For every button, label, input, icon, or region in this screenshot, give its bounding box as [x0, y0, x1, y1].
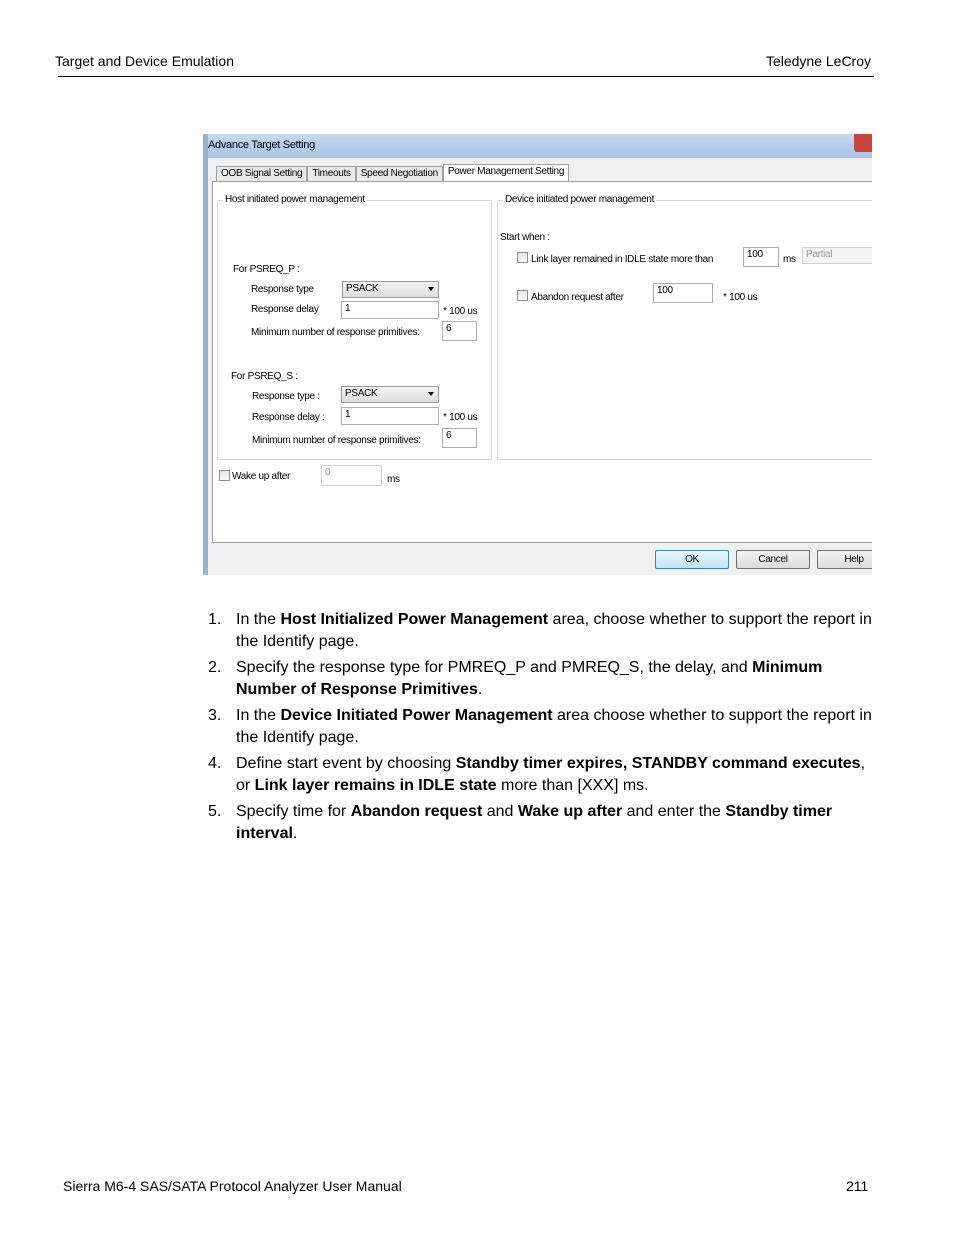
psreq-p-response-type-label: Response type [251, 284, 314, 295]
abandon-request-label: Abandon request after [531, 292, 624, 303]
step-text: Specify time for Abandon request and Wak… [236, 803, 832, 842]
step-text-segment: and [482, 803, 518, 820]
dialog-titlebar[interactable]: Advance Target Setting [203, 134, 872, 158]
step-item: 1. In the Host Initialized Power Managem… [208, 609, 873, 653]
psreq-p-response-delay-label: Response delay [251, 304, 319, 315]
step-number: 1. [208, 611, 222, 628]
close-button[interactable] [854, 134, 872, 152]
step-number: 3. [208, 707, 222, 724]
step-number: 2. [208, 659, 222, 676]
psreq-s-heading: For PSREQ_S : [231, 371, 298, 382]
help-button[interactable]: Help [817, 550, 872, 569]
wake-up-checkbox[interactable] [219, 470, 230, 481]
step-text-segment: In the [236, 707, 281, 724]
cancel-button[interactable]: Cancel [736, 550, 810, 569]
power-management-panel: Host initiated power management For PSRE… [212, 181, 872, 543]
abandon-request-checkbox[interactable] [517, 290, 528, 301]
step-text-segment: and enter the [622, 803, 726, 820]
wake-up-unit: ms [387, 474, 400, 485]
psreq-p-response-delay-input[interactable]: 1 [341, 301, 439, 319]
footer-page-number: 211 [846, 1178, 869, 1194]
abandon-request-input[interactable]: 100 [653, 283, 713, 303]
psreq-p-response-type-value: PSACK [346, 283, 379, 294]
ok-button[interactable]: OK [655, 550, 729, 569]
step-item: 5. Specify time for Abandon request and … [208, 801, 873, 845]
advance-target-setting-dialog: Advance Target Setting OOB Signal Settin… [203, 134, 872, 575]
chevron-down-icon [428, 392, 434, 396]
step-text-segment: Specify the response type for PMREQ_P an… [236, 659, 753, 676]
psreq-s-delay-unit: * 100 us [443, 412, 478, 423]
host-group-title: Host initiated power management [223, 194, 367, 205]
chevron-down-icon [428, 287, 434, 291]
link-idle-input[interactable]: 100 [743, 247, 779, 267]
step-text: Specify the response type for PMREQ_P an… [236, 659, 822, 698]
header-divider [58, 76, 874, 77]
psreq-p-heading: For PSREQ_P : [233, 264, 300, 275]
link-idle-unit: ms [783, 254, 796, 265]
step-text-bold: Link layer remains in IDLE state [254, 777, 497, 794]
psreq-s-response-type-value: PSACK [345, 388, 378, 399]
psreq-p-min-primitives-input[interactable]: 6 [442, 321, 477, 341]
instruction-steps: 1. In the Host Initialized Power Managem… [208, 609, 873, 849]
link-idle-mode-value: Partial [806, 249, 833, 260]
psreq-s-response-type-select[interactable]: PSACK [341, 386, 439, 403]
step-text: Define start event by choosing Standby t… [236, 755, 865, 794]
step-text-segment: Define start event by choosing [236, 755, 456, 772]
psreq-s-response-delay-label: Response delay : [252, 412, 325, 423]
device-power-management-group: Device initiated power management Start … [497, 194, 872, 460]
psreq-p-delay-unit: * 100 us [443, 306, 478, 317]
page-header-section-title: Target and Device Emulation [55, 53, 234, 69]
psreq-p-min-primitives-label: Minimum number of response primitives: [251, 327, 420, 338]
step-text-segment: more than [XXX] ms. [496, 777, 649, 794]
device-group-title: Device initiated power management [503, 194, 657, 205]
step-number: 5. [208, 803, 222, 820]
psreq-p-response-type-select[interactable]: PSACK [342, 281, 439, 298]
link-idle-mode-select[interactable]: Partial [802, 247, 872, 264]
step-text: In the Host Initialized Power Management… [236, 611, 872, 650]
footer-manual-title: Sierra M6-4 SAS/SATA Protocol Analyzer U… [63, 1178, 402, 1194]
tab-strip: OOB Signal Setting Timeouts Speed Negoti… [216, 164, 570, 184]
page-header-company: Teledyne LeCroy [765, 53, 871, 69]
step-item: 3. In the Device Initiated Power Managem… [208, 705, 873, 749]
dialog-title: Advance Target Setting [208, 139, 315, 151]
start-when-label: Start when : [500, 232, 550, 243]
psreq-s-min-primitives-label: Minimum number of response primitives: [252, 435, 421, 446]
link-idle-checkbox[interactable] [517, 252, 528, 263]
step-item: 4. Define start event by choosing Standb… [208, 753, 873, 797]
step-item: 2. Specify the response type for PMREQ_P… [208, 657, 873, 701]
wake-up-input[interactable]: 0 [321, 465, 382, 486]
step-text-segment: . [292, 825, 298, 842]
link-idle-label: Link layer remained in IDLE state more t… [531, 254, 714, 265]
psreq-s-response-delay-input[interactable]: 1 [341, 407, 439, 425]
step-text-bold: Standby timer expires, STANDBY command e… [455, 755, 861, 772]
psreq-s-response-type-label: Response type : [252, 391, 320, 402]
step-number: 4. [208, 755, 222, 772]
step-text-bold: Abandon request [350, 803, 483, 820]
abandon-request-unit: * 100 us [723, 292, 758, 303]
host-power-management-group: Host initiated power management For PSRE… [217, 194, 492, 460]
step-text: In the Device Initiated Power Management… [236, 707, 872, 746]
dialog-client-area: OOB Signal Setting Timeouts Speed Negoti… [208, 158, 872, 575]
step-text-bold: Device Initiated Power Management [280, 707, 553, 724]
wake-up-label: Wake up after [232, 471, 290, 482]
step-text-segment: Specify time for [236, 803, 351, 820]
step-text-bold: Wake up after [517, 803, 623, 820]
psreq-s-min-primitives-input[interactable]: 6 [442, 428, 477, 448]
step-text-segment: . [477, 681, 483, 698]
step-text-bold: Host Initialized Power Management [280, 611, 549, 628]
step-text-segment: In the [236, 611, 281, 628]
